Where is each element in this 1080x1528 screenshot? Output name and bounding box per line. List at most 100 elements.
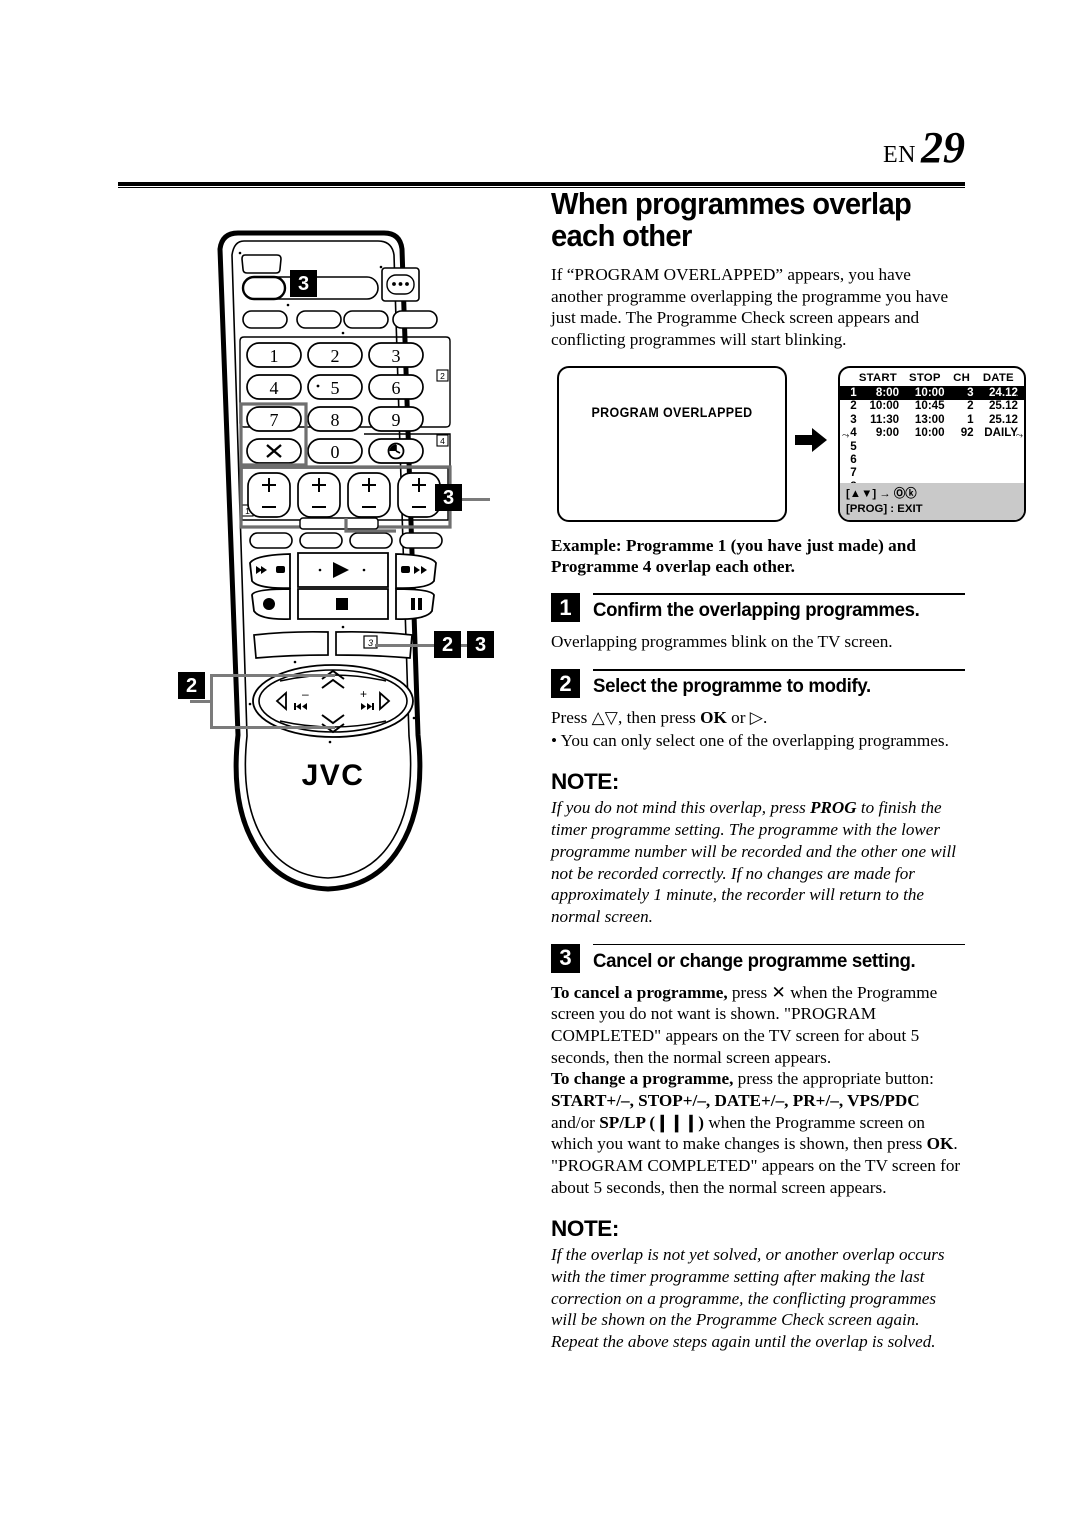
leader-line-arrow-stem <box>190 700 212 703</box>
intro-paragraph: If “PROGRAM OVERLAPPED” appears, you hav… <box>551 265 949 350</box>
cell-start <box>857 466 905 479</box>
step-3-header: 3 Cancel or change programme setting. <box>551 943 965 973</box>
svg-text:9: 9 <box>392 410 401 430</box>
note-2-text: If the overlap is not yet solved, or ano… <box>551 1245 945 1352</box>
cell-start: 9:00 <box>875 426 900 440</box>
col-start: START <box>858 371 897 384</box>
program-check-table: START STOP CH DATE 1 8:00 10:00 3 24.12 2 10:0… <box>840 372 1024 494</box>
blink-indicator-left: ⤳ <box>842 389 850 400</box>
svg-text:+: + <box>360 687 367 701</box>
col-index <box>840 372 857 386</box>
svg-text:2: 2 <box>440 371 445 381</box>
tv-screen-program-check: START STOP CH DATE 1 8:00 10:00 3 24.12 2 10:0… <box>838 365 1026 522</box>
cell-ch: 3 <box>949 386 979 400</box>
ok-button-ref: OK <box>700 708 727 728</box>
cell-date <box>979 466 1024 479</box>
step-1-body: Overlapping programmes blink on the TV s… <box>551 632 893 652</box>
page-title: When programmes overlap each other <box>551 187 912 254</box>
svg-text:1: 1 <box>270 346 279 366</box>
callout-step3-prog-marker: 3 <box>467 631 494 658</box>
step-3-body: To cancel a programme, press ✕ when the … <box>551 982 965 1199</box>
cell-ch: 1 <box>967 412 974 426</box>
step-2-bullet: • You can only select one of the overlap… <box>551 730 949 750</box>
splp-button-ref: SP/LP <box>599 1112 646 1132</box>
program-table-body: 1 8:00 10:00 3 24.12 2 10:00 10:45 2 25.12 3 11:30 1… <box>840 386 1024 493</box>
cell-no: 7 <box>850 466 857 480</box>
cell-stop: 10:45 <box>914 399 945 413</box>
step-2-body-suffix: . <box>763 708 768 728</box>
cell-ch <box>950 440 979 453</box>
col-date: DATE <box>982 371 1014 384</box>
main-content-column: When programmes overlap each other If “P… <box>551 187 1026 1353</box>
cell-stop <box>905 440 949 453</box>
cell-no: 6 <box>850 452 857 466</box>
cell-ch <box>950 453 979 466</box>
ok-button-ref-2: OK <box>926 1134 954 1154</box>
svg-text:JVC: JVC <box>302 759 365 792</box>
right-arrow-icon <box>795 427 827 452</box>
cell-start: 10:00 <box>869 399 900 413</box>
leader-line-up-arrow <box>210 674 335 677</box>
cell-no: 3 <box>850 412 857 426</box>
svg-text:3: 3 <box>368 638 373 648</box>
table-row[interactable]: 5 <box>840 440 1024 453</box>
note-block-1: NOTE: If you do not mind this overlap, p… <box>551 769 965 927</box>
example-caption: Example: Programme 1 (you have just made… <box>551 535 916 577</box>
step-3-title-wrap: Cancel or change programme setting. <box>593 943 965 972</box>
note-1-label: NOTE: <box>551 769 619 795</box>
splp-tape-speed-icon: (❙❙❙) <box>645 1112 709 1132</box>
table-row[interactable]: 7 <box>840 466 1024 479</box>
cell-start <box>857 453 905 466</box>
table-row[interactable]: 1 8:00 10:00 3 24.12 <box>840 386 1024 400</box>
change-programme-label: To change a programme, <box>551 1069 734 1089</box>
cell-stop: 10:00 <box>914 426 945 440</box>
cell-date <box>979 440 1024 453</box>
cell-stop <box>905 466 949 479</box>
callout-step2-arrows-marker: 2 <box>178 672 205 699</box>
step-2-body-prefix: Press △▽, then press <box>551 708 701 728</box>
table-row[interactable]: 4 9:00 10:00 92 DAILY <box>840 426 1024 439</box>
callout-step3-volume-marker: 3 <box>435 484 462 511</box>
step-1-badge: 1 <box>551 593 580 623</box>
step-2-badge: 2 <box>551 669 580 699</box>
note-block-2: NOTE: If the overlap is not yet solved, … <box>551 1216 965 1353</box>
step-2: 2 Select the programme to modify. Press … <box>551 669 965 751</box>
svg-text:3: 3 <box>392 346 401 366</box>
cell-date: 25.12 <box>988 399 1018 413</box>
callout-step2-prog-marker: 2 <box>434 631 461 658</box>
step-1-title-wrap: Confirm the overlapping programmes. <box>593 593 965 621</box>
table-row[interactable]: 3 11:30 13:00 1 25.12 <box>840 413 1024 426</box>
step-2-title: Select the programme to modify. <box>593 675 871 698</box>
step-2-body: Press △▽, then press OK or ▷. <box>551 707 965 729</box>
prog-button-ref: PROG <box>810 798 857 818</box>
cell-no: 5 <box>850 439 857 453</box>
cell-ch: 2 <box>967 399 974 413</box>
cell-stop <box>905 453 949 466</box>
programme-buttons-list: START+/–, STOP+/–, DATE+/–, PR+/–, VPS/P… <box>551 1090 920 1110</box>
cancel-programme-label: To cancel a programme, <box>551 982 728 1002</box>
cell-no: 2 <box>850 399 857 413</box>
step-3: 3 Cancel or change programme setting. To… <box>551 943 965 1199</box>
step-3-badge: 3 <box>551 943 580 973</box>
cell-date <box>979 453 1024 466</box>
svg-text:4: 4 <box>270 378 279 398</box>
step-1: 1 Confirm the overlapping programmes. Ov… <box>551 593 965 653</box>
col-stop: STOP <box>909 371 941 384</box>
note-1-text-b: to finish the timer programme setting. T… <box>551 798 956 926</box>
cell-start <box>857 440 905 453</box>
cell-stop: 13:00 <box>914 412 945 426</box>
svg-text:5: 5 <box>331 378 340 398</box>
blink-indicator-right: ⤳ <box>1015 389 1023 400</box>
blink-indicator-left: ⤳ <box>842 429 850 440</box>
table-row[interactable]: 2 10:00 10:45 2 25.12 <box>840 400 1024 413</box>
cell-stop: 10:00 <box>905 386 950 400</box>
header-divider <box>118 182 965 188</box>
remote-control-illustration: 123 456 789 0 2 4 1 3 – + JVC 3 <box>150 215 510 905</box>
table-row[interactable]: 6 <box>840 453 1024 466</box>
tv-screen-message: PROGRAM OVERLAPPED <box>557 365 787 522</box>
page-number: 29 <box>921 123 965 172</box>
step-3-title: Cancel or change programme setting. <box>593 949 916 972</box>
footer-exit-hint: [PROG] : EXIT <box>846 503 923 516</box>
step-2-title-wrap: Select the programme to modify. <box>593 669 965 696</box>
language-label: EN <box>883 142 916 168</box>
